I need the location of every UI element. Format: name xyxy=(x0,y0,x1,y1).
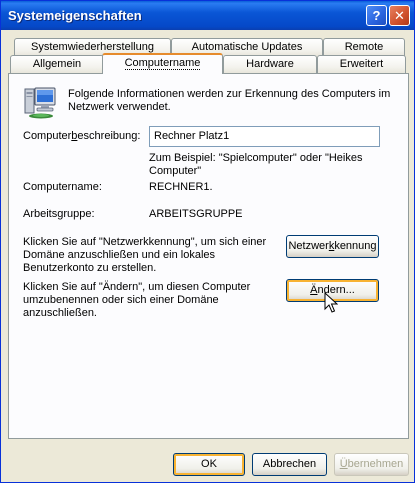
tab-computername-label: Computername xyxy=(124,57,201,70)
title-bar[interactable]: Systemeigenschaften ? ✕ xyxy=(1,1,414,30)
window-title: Systemeigenschaften xyxy=(8,8,142,23)
network-id-button[interactable]: Netzwerkkennung xyxy=(286,235,379,258)
workgroup-value: ARBEITSGRUPPE xyxy=(149,208,243,220)
system-properties-window: Systemeigenschaften ? ✕ Systemwiederhers… xyxy=(0,0,415,483)
computer-description-input[interactable]: Rechner Platz1 xyxy=(149,126,380,147)
mouse-pointer-icon xyxy=(324,292,338,313)
computer-network-icon xyxy=(24,87,56,119)
intro-text: Folgende Informationen werden zur Erkenn… xyxy=(68,88,391,113)
full-name-value: RECHNER1. xyxy=(149,181,213,193)
change-text: Klicken Sie auf "Ändern", um diesen Comp… xyxy=(23,281,251,319)
full-name-label: Computername: xyxy=(23,181,102,193)
tab-erweitert[interactable]: Erweitert xyxy=(317,55,406,74)
description-hint: Zum Beispiel: "Spielcomputer" oder "Heik… xyxy=(149,152,363,177)
computername-panel: Folgende Informationen werden zur Erkenn… xyxy=(8,73,409,439)
cancel-button[interactable]: Abbrechen xyxy=(252,453,327,476)
tab-computername[interactable]: Computername xyxy=(102,53,223,74)
apply-button[interactable]: Übernehmen xyxy=(334,453,409,476)
ok-button[interactable]: OK xyxy=(173,453,245,476)
close-button[interactable]: ✕ xyxy=(389,5,410,26)
tab-allgemein[interactable]: Allgemein xyxy=(10,55,104,74)
workgroup-label: Arbeitsgruppe: xyxy=(23,208,95,220)
description-label: Computerbeschreibung: xyxy=(23,130,141,142)
tab-hardware[interactable]: Hardware xyxy=(223,55,317,74)
network-id-text: Klicken Sie auf "Netzwerkkennung", um si… xyxy=(23,236,267,274)
help-button[interactable]: ? xyxy=(366,5,387,26)
